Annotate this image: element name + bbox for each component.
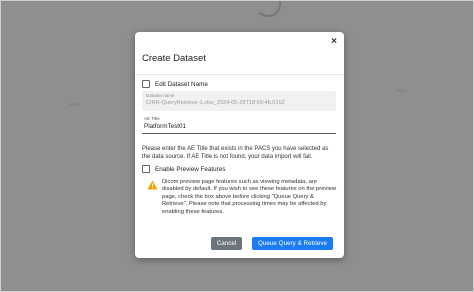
preview-warning-text: Dicom preview page features such as view…: [162, 179, 337, 215]
ae-title-field[interactable]: AE Title PlatformTest01: [142, 116, 336, 134]
enable-preview-option[interactable]: Enable Preview Features: [142, 165, 225, 173]
background-mark: [397, 89, 407, 92]
dataset-name-value: CIRR-QueryRetrieve-1.xlsx_2024-05-29T18:…: [146, 100, 285, 106]
background-mark: [69, 103, 79, 106]
ae-title-input[interactable]: PlatformTest01: [144, 123, 186, 130]
close-icon[interactable]: ×: [331, 36, 337, 47]
dialog-title: Create Dataset: [142, 53, 206, 64]
ae-title-label: AE Title: [144, 116, 160, 121]
enable-preview-label: Enable Preview Features: [155, 165, 226, 173]
dataset-name-label: Dataset name: [146, 93, 175, 98]
dialog-header: Create Dataset ×: [135, 32, 344, 75]
edit-dataset-name-option[interactable]: Edit Dataset Name: [142, 80, 208, 88]
queue-query-retrieve-button[interactable]: Queue Query & Retrieve: [252, 237, 333, 250]
warning-triangle-icon: [147, 180, 158, 190]
app-frame: Create Dataset × Edit Dataset Name Datas…: [0, 0, 474, 292]
edit-dataset-name-label: Edit Dataset Name: [155, 80, 208, 88]
create-dataset-dialog: Create Dataset × Edit Dataset Name Datas…: [135, 32, 344, 258]
ae-title-help-text: Please enter the AE Title that exists in…: [142, 146, 329, 160]
edit-dataset-name-checkbox[interactable]: [142, 80, 150, 88]
loading-spinner-icon: [255, 1, 281, 17]
cancel-button[interactable]: Cancel: [211, 237, 242, 250]
enable-preview-checkbox[interactable]: [142, 165, 150, 173]
dataset-name-field: Dataset name CIRR-QueryRetrieve-1.xlsx_2…: [142, 91, 336, 111]
